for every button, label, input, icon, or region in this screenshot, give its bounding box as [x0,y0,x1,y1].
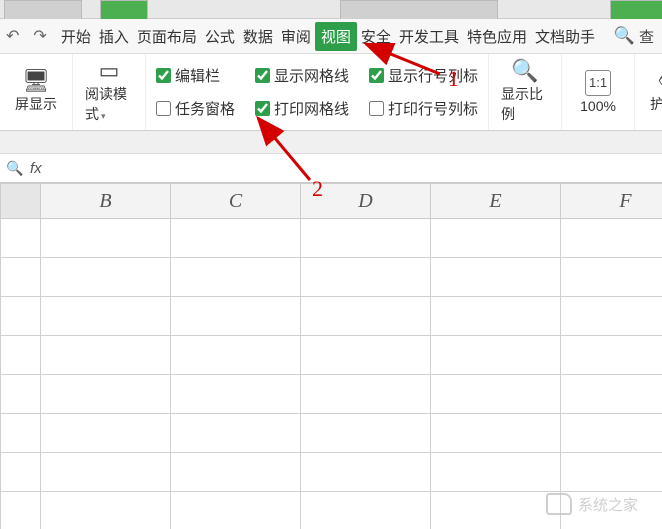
document-tabs-bar [0,0,662,19]
reading-mode-label: 阅读模式 [85,86,127,122]
table-row[interactable] [1,297,662,336]
tab-developer[interactable]: 开发工具 [395,22,463,51]
book-icon: ▭ [99,60,120,82]
eye-icon: 👁 [657,70,662,92]
tab-data[interactable]: 数据 [239,22,277,51]
checkbox[interactable] [255,68,270,83]
checkbox[interactable] [156,101,171,116]
col-header-d[interactable]: D [301,184,431,219]
spreadsheet-grid[interactable]: B C D E F [0,183,662,529]
check-label: 编辑栏 [175,65,220,86]
tab-insert[interactable]: 插入 [95,22,133,51]
checkbox[interactable] [369,101,384,116]
checkbox[interactable] [255,101,270,116]
col-header-f[interactable]: F [561,184,662,219]
check-label: 显示网格线 [274,65,349,86]
check-label: 打印网格线 [274,98,349,119]
tab-page-layout[interactable]: 页面布局 [133,22,201,51]
zoom-label: 显示比例 [501,84,549,124]
checkbox[interactable] [369,68,384,83]
check-label: 打印行号列标 [388,98,478,119]
search-icon: 🔍 [614,26,635,46]
check-label: 任务窗格 [175,98,235,119]
col-header[interactable] [1,184,41,219]
name-box-icon[interactable]: 🔍 [0,160,30,177]
tab-review[interactable]: 审阅 [277,22,315,51]
fx-label[interactable]: fx [30,160,56,177]
monitor-icon: 🖥 [22,70,50,92]
separator [0,131,662,154]
tab-start[interactable]: 开始 [57,22,95,51]
check-show-headings[interactable]: 显示行号列标 [369,65,478,86]
column-header-row: B C D E F [1,184,662,219]
tab-featured[interactable]: 特色应用 [463,22,531,51]
tab-formula[interactable]: 公式 [201,22,239,51]
screen-display-label: 屏显示 [15,94,57,114]
check-label: 显示行号列标 [388,65,478,86]
search-label: 查 [639,26,654,47]
zoom-icon: 🔍 [511,60,538,82]
table-row[interactable] [1,375,662,414]
table-row[interactable] [1,336,662,375]
col-header-c[interactable]: C [171,184,301,219]
hundred-percent-button[interactable]: 1:1 100% [568,66,628,118]
redo-icon[interactable]: ↷ [33,26,46,46]
watermark-text: 系统之家 [578,494,638,515]
reading-mode-button[interactable]: ▭ 阅读模式▾ [79,56,139,128]
eye-care-label: 护眼模 [650,94,662,114]
check-print-grid[interactable]: 打印网格线 [255,98,349,119]
tab-security[interactable]: 安全 [357,22,395,51]
doc-tab[interactable] [610,0,662,19]
col-header-e[interactable]: E [431,184,561,219]
watermark: 系统之家 [546,493,638,515]
search-button[interactable]: 🔍 查 [606,26,662,47]
ratio-icon: 1:1 [585,70,611,96]
eye-care-button[interactable]: 👁 护眼模 [641,66,662,118]
menu-bar: ↶ ↷ 开始 插入 页面布局 公式 数据 审阅 视图 安全 开发工具 特色应用 … [0,19,662,54]
tab-view[interactable]: 视图 [315,22,357,51]
tab-doc-helper[interactable]: 文档助手 [531,22,599,51]
checkbox[interactable] [156,68,171,83]
undo-icon[interactable]: ↶ [6,26,19,46]
check-task-pane[interactable]: 任务窗格 [156,98,235,119]
table-row[interactable] [1,414,662,453]
formula-input[interactable] [56,158,662,178]
table-row[interactable] [1,453,662,492]
table-row[interactable] [1,258,662,297]
ribbon-view: 🖥 屏显示 ▭ 阅读模式▾ 编辑栏 任务窗格 显示网格线 打印网格线 显示行号列… [0,54,662,131]
check-print-headings[interactable]: 打印行号列标 [369,98,478,119]
zoom-button[interactable]: 🔍 显示比例 [495,56,555,128]
check-edit-bar[interactable]: 编辑栏 [156,65,235,86]
check-show-grid[interactable]: 显示网格线 [255,65,349,86]
chevron-down-icon: ▾ [101,111,106,121]
doc-tab[interactable] [340,0,498,19]
table-row[interactable] [1,219,662,258]
screen-display-button[interactable]: 🖥 屏显示 [6,66,66,118]
watermark-logo-icon [546,493,572,515]
hundred-label: 100% [580,98,616,114]
formula-bar: 🔍 fx [0,154,662,183]
doc-tab-active[interactable] [100,0,148,19]
doc-tab[interactable] [4,0,82,19]
col-header-b[interactable]: B [41,184,171,219]
